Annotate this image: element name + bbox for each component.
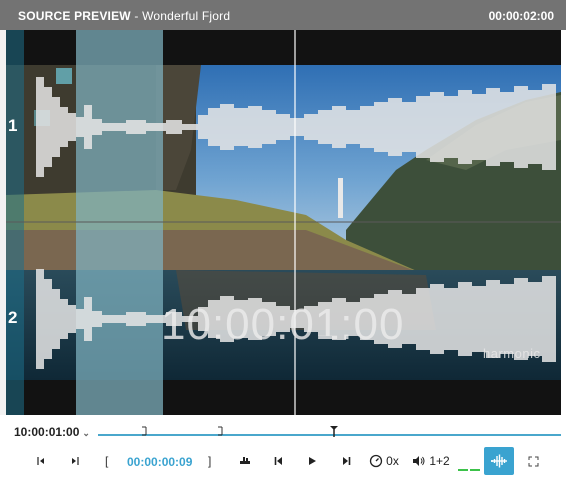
chevron-down-icon: ⌄	[82, 428, 90, 438]
step-back-icon	[37, 457, 44, 465]
scrub-bar[interactable]	[98, 425, 561, 439]
out-bracket-icon[interactable]: ]	[208, 454, 211, 468]
play-button[interactable]	[303, 447, 321, 475]
channel-map-button[interactable]: 1+2	[411, 447, 451, 475]
video-preview[interactable]: 1 2 10:00:01:00 harmonic	[6, 30, 561, 415]
burned-in-timecode: 10:00:01:00	[161, 300, 405, 349]
lighthouse	[338, 178, 343, 218]
in-bracket-icon[interactable]: [	[105, 454, 108, 468]
in-point-timecode[interactable]: 00:00:00:09	[127, 455, 192, 469]
channel-map-value: 1+2	[429, 454, 450, 468]
timecode-dropdown[interactable]: 10:00:01:00 ⌄	[14, 425, 90, 439]
go-to-end-button[interactable]	[337, 447, 355, 475]
trim-button[interactable]	[236, 447, 254, 475]
waveform-icon	[491, 454, 507, 468]
waveform-toggle-button[interactable]	[484, 447, 514, 475]
transport-bar: [ 00:00:00:09 ] 0x 1+2	[0, 447, 566, 475]
step-forward-button[interactable]	[65, 447, 83, 475]
speed-value: 0x	[386, 454, 399, 468]
fullscreen-icon	[528, 456, 538, 466]
clip-name: - Wonderful Fjord	[130, 9, 231, 23]
go-to-start-icon	[274, 457, 282, 465]
scrub-ticks	[98, 426, 561, 437]
speed-gauge-icon	[370, 454, 383, 468]
panel-title: SOURCE PREVIEW - Wonderful Fjord	[18, 9, 231, 23]
fullscreen-button[interactable]	[524, 447, 542, 475]
channel-2-label: 2	[8, 308, 18, 327]
step-back-button[interactable]	[33, 447, 51, 475]
duration-timecode: 00:00:02:00	[488, 9, 554, 23]
go-to-start-button[interactable]	[270, 447, 288, 475]
preview-canvas	[6, 30, 561, 415]
harmonic-watermark: harmonic	[483, 346, 541, 361]
speed-button[interactable]: 0x	[366, 447, 402, 475]
trim-icon	[240, 457, 250, 464]
channel-1-label: 1	[8, 116, 18, 135]
title-bar: SOURCE PREVIEW - Wonderful Fjord 00:00:0…	[0, 0, 566, 30]
marker-square	[56, 68, 72, 84]
go-to-end-icon	[343, 457, 351, 465]
volume-icon	[413, 456, 425, 466]
play-icon	[309, 457, 316, 465]
timeline-row: 10:00:01:00 ⌄	[0, 415, 566, 445]
audio-meter-icon	[458, 469, 480, 471]
step-forward-icon	[72, 457, 79, 465]
